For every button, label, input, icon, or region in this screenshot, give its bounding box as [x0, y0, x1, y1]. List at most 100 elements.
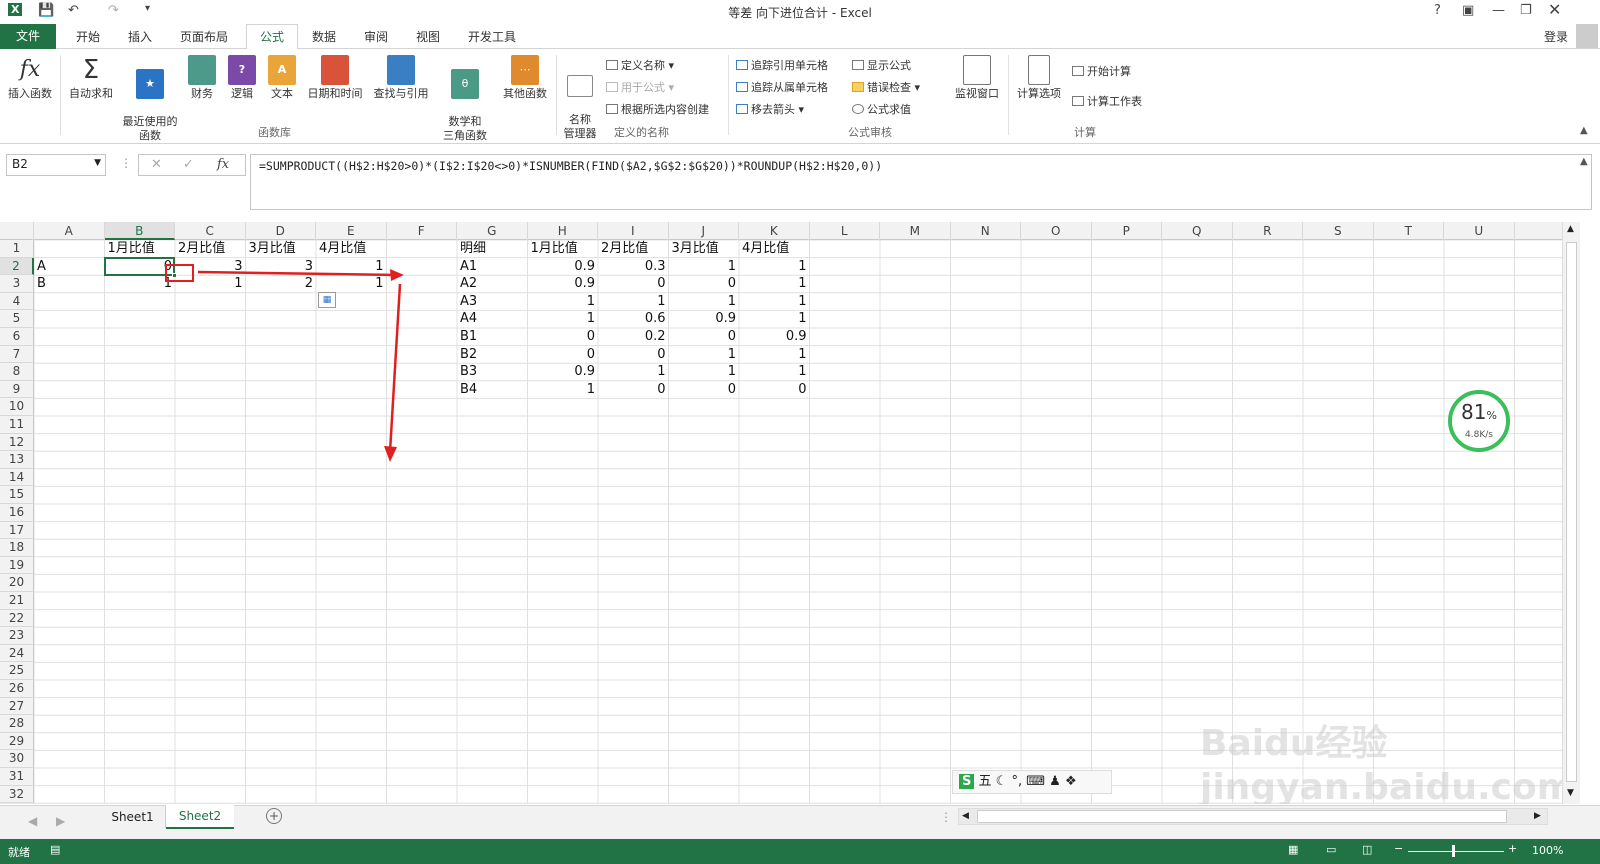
- cell[interactable]: 1: [669, 346, 740, 364]
- row-header[interactable]: 10: [0, 398, 34, 416]
- page-break-view-icon[interactable]: ◫: [1362, 843, 1372, 856]
- row-header[interactable]: 17: [0, 521, 34, 540]
- error-checking-button[interactable]: 错误检查 ▾: [852, 79, 920, 95]
- row-header[interactable]: 30: [0, 750, 34, 768]
- prev-sheet-icon[interactable]: ◀: [28, 814, 37, 828]
- column-header-b[interactable]: B: [104, 222, 175, 240]
- ribbon-display-icon[interactable]: ▣: [1462, 3, 1474, 18]
- scroll-up-icon[interactable]: ▲: [1567, 224, 1574, 234]
- tab-formulas[interactable]: 公式: [246, 24, 298, 50]
- sheet-tab-sheet2[interactable]: Sheet2: [166, 805, 234, 829]
- zoom-slider-thumb[interactable]: [1452, 845, 1455, 857]
- row-header[interactable]: 27: [0, 697, 34, 716]
- row-header[interactable]: 25: [0, 662, 34, 680]
- zoom-out-icon[interactable]: −: [1394, 842, 1403, 855]
- column-header-r[interactable]: R: [1233, 222, 1303, 240]
- row-header[interactable]: 11: [0, 416, 34, 434]
- cell[interactable]: 2月比值: [175, 240, 246, 258]
- cell[interactable]: 0: [669, 381, 740, 399]
- expand-formula-icon[interactable]: ▲: [1580, 156, 1588, 167]
- tab-page-layout[interactable]: 页面布局: [180, 28, 228, 45]
- show-formulas-button[interactable]: 显示公式: [852, 57, 911, 73]
- zoom-in-icon[interactable]: +: [1508, 842, 1517, 855]
- define-name-button[interactable]: 定义名称 ▾: [606, 57, 674, 73]
- apps-icon[interactable]: ❖: [1065, 774, 1077, 789]
- select-all-corner[interactable]: [0, 222, 34, 240]
- cell[interactable]: 3月比值: [669, 240, 740, 258]
- column-header-d[interactable]: D: [246, 222, 316, 240]
- cell[interactable]: 3月比值: [246, 240, 317, 258]
- trace-precedents-button[interactable]: 追踪引用单元格: [736, 57, 828, 73]
- paste-options-icon[interactable]: ▦: [318, 292, 336, 308]
- cell[interactable]: A: [34, 258, 105, 276]
- create-from-selection-button[interactable]: 根据所选内容创建: [606, 101, 709, 117]
- row-header[interactable]: 5: [0, 310, 34, 328]
- vertical-scrollbar[interactable]: ▲ ▼: [1562, 222, 1580, 804]
- normal-view-icon[interactable]: ▦: [1288, 843, 1298, 856]
- keyboard-icon[interactable]: ⌨: [1026, 774, 1045, 789]
- close-icon[interactable]: ✕: [1548, 0, 1561, 19]
- ime-mode[interactable]: 五: [979, 774, 992, 789]
- row-header[interactable]: 14: [0, 468, 34, 487]
- column-header-o[interactable]: O: [1021, 222, 1092, 240]
- row-header[interactable]: 19: [0, 556, 34, 575]
- help-icon[interactable]: ?: [1434, 3, 1441, 18]
- macro-record-icon[interactable]: ▤: [50, 843, 60, 856]
- text-button[interactable]: A 文本: [264, 55, 300, 101]
- row-header[interactable]: 6: [0, 328, 34, 346]
- enter-icon[interactable]: ✓: [183, 157, 194, 172]
- sheet-tab-sheet1[interactable]: Sheet1: [100, 806, 166, 828]
- scroll-down-icon[interactable]: ▼: [1567, 788, 1574, 798]
- new-sheet-icon[interactable]: +: [266, 808, 282, 824]
- name-box-dropdown-icon[interactable]: ▼: [94, 158, 101, 168]
- cell[interactable]: 1月比值: [528, 240, 599, 258]
- cell[interactable]: 0: [669, 328, 740, 346]
- cell[interactable]: 4月比值: [316, 240, 387, 258]
- row-header[interactable]: 21: [0, 592, 34, 610]
- ime-toolbar[interactable]: S 五 ☾ °, ⌨ ♟ ❖: [952, 770, 1112, 794]
- tab-split-grip-icon[interactable]: ⋮: [940, 810, 952, 824]
- column-header-k[interactable]: K: [739, 222, 810, 240]
- lookup-button[interactable]: 查找与引用: [370, 55, 432, 101]
- cell[interactable]: 1月比值: [105, 240, 176, 258]
- column-header-p[interactable]: P: [1092, 222, 1162, 240]
- cell[interactable]: 0: [739, 381, 810, 399]
- avatar[interactable]: [1576, 24, 1598, 48]
- collapse-ribbon-icon[interactable]: ▲: [1580, 125, 1588, 136]
- column-header-l[interactable]: L: [810, 222, 880, 240]
- tab-view[interactable]: 视图: [416, 28, 440, 45]
- column-header-s[interactable]: S: [1303, 222, 1374, 240]
- calculate-sheet-button[interactable]: 计算工作表: [1072, 93, 1142, 109]
- cell[interactable]: 1: [669, 258, 740, 276]
- column-header-j[interactable]: J: [669, 222, 739, 240]
- cell[interactable]: 0.9: [669, 310, 740, 328]
- calc-options-button[interactable]: 计算选项: [1012, 55, 1066, 101]
- cancel-icon[interactable]: ✕: [151, 157, 162, 172]
- formula-input[interactable]: =SUMPRODUCT((H$2:H$20>0)*(I$2:I$20<>0)*I…: [250, 154, 1592, 210]
- row-header[interactable]: 24: [0, 644, 34, 663]
- column-header-q[interactable]: Q: [1162, 222, 1233, 240]
- next-sheet-icon[interactable]: ▶: [56, 814, 65, 828]
- logical-button[interactable]: ? 逻辑: [224, 55, 260, 101]
- column-header-e[interactable]: E: [316, 222, 387, 240]
- column-header-i[interactable]: I: [598, 222, 669, 240]
- horizontal-scrollbar[interactable]: ◀ ▶: [958, 808, 1548, 825]
- punctuation-icon[interactable]: °,: [1011, 774, 1022, 789]
- cell[interactable]: 1: [669, 293, 740, 311]
- row-header[interactable]: 22: [0, 609, 34, 628]
- restore-icon[interactable]: ❐: [1520, 3, 1532, 18]
- page-layout-view-icon[interactable]: ▭: [1326, 843, 1336, 856]
- trace-dependents-button[interactable]: 追踪从属单元格: [736, 79, 828, 95]
- row-header[interactable]: 3: [0, 275, 34, 293]
- tab-home[interactable]: 开始: [76, 28, 100, 45]
- scroll-thumb[interactable]: [1566, 242, 1577, 782]
- column-header-a[interactable]: A: [34, 222, 105, 240]
- row-header[interactable]: 26: [0, 680, 34, 698]
- user-icon[interactable]: ♟: [1049, 774, 1061, 789]
- tab-file[interactable]: 文件: [0, 24, 56, 49]
- row-header[interactable]: 9: [0, 380, 34, 399]
- use-in-formula-button[interactable]: 用于公式 ▾: [606, 79, 674, 95]
- math-trig-button[interactable]: θ 数学和 三角函数: [436, 55, 494, 143]
- insert-function-fx-icon[interactable]: fx: [217, 157, 229, 172]
- row-header[interactable]: 1: [0, 240, 34, 258]
